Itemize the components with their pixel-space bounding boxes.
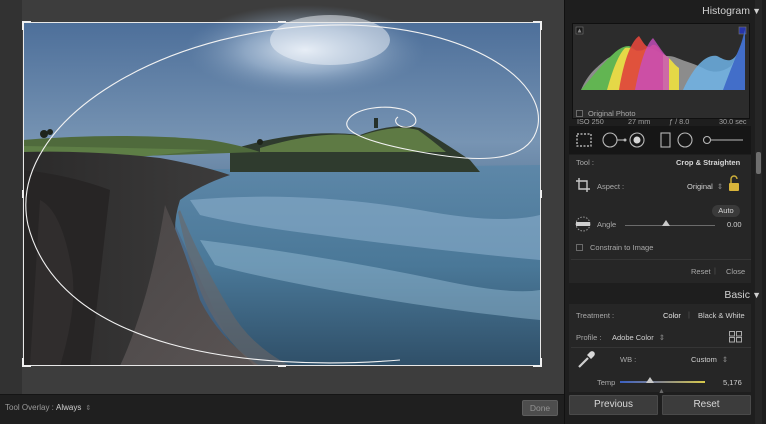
crop-reset-button[interactable]: Reset [691,267,711,276]
angle-value[interactable]: 0.00 [727,220,742,229]
updown-icon: ⇕ [721,355,729,364]
temp-slider-knob[interactable] [646,377,654,383]
tool-overlay-value: Always [56,403,82,412]
expand-arrow-icon[interactable]: ▲ [658,388,665,395]
tool-value: Crop & Straighten [676,158,741,167]
constrain-checkbox[interactable] [576,244,583,251]
original-photo-label: Original Photo [588,109,636,118]
temp-value[interactable]: 5,176 [723,378,742,387]
tool-overlay-select[interactable]: Always ⇕ [56,403,91,412]
histogram-title[interactable]: Histogram [702,5,750,17]
temp-slider-track[interactable] [620,381,705,383]
crop-overlay-icon [576,133,592,147]
tool-label: Tool : [576,158,594,167]
updown-icon: ⇕ [716,182,724,191]
divider [571,259,751,260]
eyedropper-icon[interactable] [576,350,596,370]
angle-slider-knob[interactable] [662,220,670,226]
updown-icon: ⇕ [658,333,665,342]
tool-strip-icons [576,132,743,148]
photo-canvas[interactable] [0,0,564,394]
basic-title[interactable]: Basic [724,289,750,301]
treatment-color-button[interactable]: Color [663,311,681,320]
panel-scroll-track[interactable] [755,0,762,424]
spot-removal-icon [602,132,627,148]
wb-value: Custom [691,355,717,364]
collapse-triangle-icon[interactable]: ▼ [752,290,761,300]
iso-value: ISO 250 [577,117,604,126]
aspect-select[interactable]: Original ⇕ [687,182,723,191]
collapse-triangle-icon[interactable]: ▼ [752,6,761,16]
done-button[interactable]: Done [522,400,558,416]
histogram-graph [573,24,749,118]
aperture-value: ƒ / 8.0 [669,117,690,126]
divider: | [688,310,690,319]
profile-select[interactable]: Adobe Color ⇕ [612,333,665,342]
graduated-filter-icon [660,132,671,148]
temp-label: Temp [597,378,616,387]
original-photo-checkbox[interactable] [576,110,583,117]
profile-value: Adobe Color [612,333,654,342]
right-panel: Histogram ▼ ISO 250 27 mm ƒ / 8.0 30.0 s… [564,0,766,424]
treatment-bw-button[interactable]: Black & White [698,311,745,320]
previous-button[interactable]: Previous [569,395,658,415]
aspect-value: Original [687,182,713,191]
profile-label: Profile : [576,333,602,342]
crop-icon[interactable] [575,177,591,193]
panel-scrollbar[interactable] [756,152,761,174]
crop-close-button[interactable]: Close [726,267,745,276]
reset-button[interactable]: Reset [662,395,751,415]
grid-icon[interactable] [729,331,742,343]
histogram-panel[interactable]: ISO 250 27 mm ƒ / 8.0 30.0 sec Original … [572,23,750,126]
treatment-label: Treatment : [576,311,615,320]
wb-select[interactable]: Custom ⇕ [691,355,728,364]
constrain-label: Constrain to Image [590,243,654,252]
aspect-label: Aspect : [597,182,625,191]
focal-length-value: 27 mm [628,117,651,126]
divider [571,347,751,348]
angle-slider-track[interactable] [625,225,715,226]
angle-label: Angle [597,220,617,229]
bottom-toolbar: Tool Overlay : Always ⇕ Done [0,394,564,424]
divider: | [714,266,716,275]
level-icon[interactable] [573,216,593,232]
red-eye-icon [629,132,645,148]
photo-preview[interactable] [0,0,564,394]
tool-overlay-label: Tool Overlay : [5,403,54,412]
wb-label: WB : [620,355,637,364]
adjustment-brush-icon [702,135,743,145]
radial-filter-icon [677,132,693,148]
auto-button[interactable]: Auto [712,205,740,217]
shutter-value: 30.0 sec [719,117,747,126]
lock-icon[interactable] [727,175,741,193]
updown-icon: ⇕ [85,405,92,412]
crop-section [569,155,751,283]
